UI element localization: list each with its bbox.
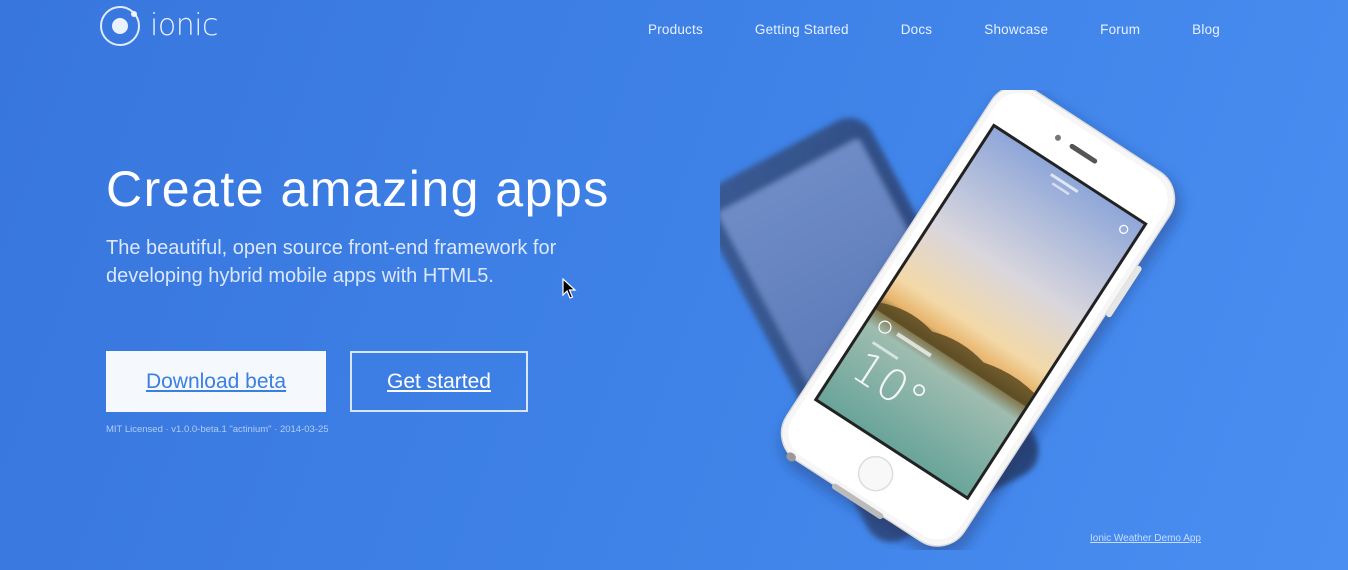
- main-nav: Products Getting Started Docs Showcase F…: [596, 22, 1220, 37]
- hero-section: ionic Products Getting Started Docs Show…: [0, 0, 1348, 570]
- ionic-logo[interactable]: ionic: [100, 6, 219, 46]
- nav-docs[interactable]: Docs: [901, 22, 933, 37]
- nav-products[interactable]: Products: [648, 22, 703, 37]
- release-meta: MIT Licensed · v1.0.0-beta.1 "actinium" …: [106, 424, 329, 435]
- ionic-logo-icon: [100, 6, 140, 46]
- download-beta-button[interactable]: Download beta: [106, 351, 326, 412]
- nav-forum[interactable]: Forum: [1100, 22, 1140, 37]
- nav-showcase[interactable]: Showcase: [984, 22, 1048, 37]
- hero-headline: Create amazing apps: [106, 161, 610, 217]
- mouse-cursor-icon: [562, 278, 577, 299]
- brand-name: ionic: [150, 8, 219, 43]
- nav-getting-started[interactable]: Getting Started: [755, 22, 849, 37]
- hero-subhead: The beautiful, open source front-end fra…: [106, 237, 557, 287]
- phone-illustration: 10°: [720, 90, 1181, 550]
- nav-blog[interactable]: Blog: [1192, 22, 1220, 37]
- get-started-button[interactable]: Get started: [350, 351, 528, 412]
- weather-demo-link[interactable]: Ionic Weather Demo App: [1090, 533, 1201, 544]
